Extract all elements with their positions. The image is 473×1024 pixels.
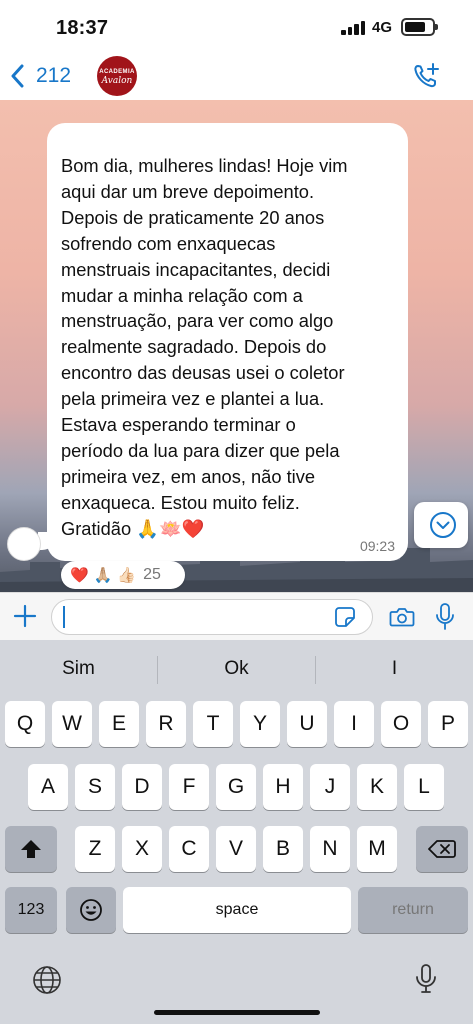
avatar-logo-line1: ACADEMIA <box>99 69 135 75</box>
suggestion-2[interactable]: Ok <box>158 640 315 698</box>
reaction-thumbs-up: 👍🏻 <box>117 567 137 584</box>
key-i[interactable]: I <box>334 701 374 747</box>
compose-bar <box>0 592 473 640</box>
signal-icon <box>341 21 367 35</box>
phone-plus-icon <box>414 63 439 88</box>
reactions-pill[interactable]: ❤️ 🙏🏼 👍🏻 25 <box>61 561 185 589</box>
shift-key[interactable] <box>5 826 57 872</box>
sticker-icon <box>335 607 355 627</box>
key-o[interactable]: O <box>381 701 421 747</box>
contact-avatar[interactable]: ACADEMIA Avalon <box>97 56 137 96</box>
chevron-down-circle-icon <box>430 512 456 538</box>
chat-area[interactable]: Bom dia, mulheres lindas! Hoje vim aqui … <box>0 100 473 592</box>
dictation-button[interactable] <box>414 963 438 1000</box>
key-k[interactable]: K <box>357 764 397 810</box>
network-type: 4G <box>372 19 393 36</box>
key-f[interactable]: F <box>169 764 209 810</box>
key-y[interactable]: Y <box>240 701 280 747</box>
key-u[interactable]: U <box>287 701 327 747</box>
key-b[interactable]: B <box>263 826 303 872</box>
message-text: Bom dia, mulheres lindas! Hoje vim aqui … <box>61 155 348 539</box>
emoji-icon <box>80 899 102 921</box>
key-t[interactable]: T <box>193 701 233 747</box>
key-w[interactable]: W <box>52 701 92 747</box>
message-input[interactable] <box>51 599 373 635</box>
plus-icon <box>13 604 37 628</box>
key-e[interactable]: E <box>99 701 139 747</box>
text-caret <box>63 606 65 628</box>
key-h[interactable]: H <box>263 764 303 810</box>
status-bar: 18:37 4G <box>0 0 473 52</box>
microphone-icon <box>436 603 454 630</box>
attach-button[interactable] <box>12 603 38 629</box>
sender-avatar[interactable] <box>7 527 41 561</box>
chat-header: 212 ACADEMIA Avalon <box>0 52 473 100</box>
sticker-button[interactable] <box>334 606 356 628</box>
reaction-heart: ❤️ <box>70 567 89 584</box>
add-call-button[interactable] <box>412 62 440 90</box>
chevron-left-icon <box>11 64 24 88</box>
status-time: 18:37 <box>56 17 109 39</box>
key-s[interactable]: S <box>75 764 115 810</box>
unread-count: 212 <box>36 64 72 87</box>
key-z[interactable]: Z <box>75 826 115 872</box>
reaction-pray: 🙏🏼 <box>93 567 113 584</box>
key-m[interactable]: M <box>357 826 397 872</box>
key-j[interactable]: J <box>310 764 350 810</box>
key-v[interactable]: V <box>216 826 256 872</box>
key-p[interactable]: P <box>428 701 468 747</box>
key-g[interactable]: G <box>216 764 256 810</box>
avatar-logo-line2: Avalon <box>101 76 133 86</box>
battery-icon <box>401 18 438 36</box>
suggestion-3[interactable]: I <box>316 640 473 698</box>
home-indicator <box>154 1010 320 1015</box>
suggestion-1[interactable]: Sim <box>0 640 157 698</box>
key-c[interactable]: C <box>169 826 209 872</box>
key-r[interactable]: R <box>146 701 186 747</box>
globe-icon <box>33 966 61 994</box>
reaction-count: 25 <box>143 566 161 583</box>
back-button[interactable]: 212 <box>10 62 71 90</box>
keyboard: Sim Ok I Q W E R T Y U I O P A S D F G H… <box>0 640 473 1024</box>
voice-message-button[interactable] <box>434 602 456 632</box>
suggestion-bar: Sim Ok I <box>0 640 473 698</box>
backspace-icon <box>428 840 456 858</box>
key-n[interactable]: N <box>310 826 350 872</box>
key-a[interactable]: A <box>28 764 68 810</box>
backspace-key[interactable] <box>416 826 468 872</box>
key-q[interactable]: Q <box>5 701 45 747</box>
space-key[interactable]: space <box>123 887 351 933</box>
key-l[interactable]: L <box>404 764 444 810</box>
key-x[interactable]: X <box>122 826 162 872</box>
emoji-key[interactable] <box>66 887 116 933</box>
globe-button[interactable] <box>32 965 62 1000</box>
return-key[interactable]: return <box>358 887 468 933</box>
message-time: 09:23 <box>359 538 395 554</box>
camera-button[interactable] <box>389 605 415 629</box>
battery-fill <box>405 22 425 32</box>
scroll-to-bottom-button[interactable] <box>414 502 468 548</box>
key-d[interactable]: D <box>122 764 162 810</box>
numbers-key[interactable]: 123 <box>5 887 57 933</box>
camera-icon <box>389 608 415 627</box>
message-bubble[interactable]: Bom dia, mulheres lindas! Hoje vim aqui … <box>47 123 408 561</box>
microphone-icon <box>416 964 436 993</box>
shift-icon <box>21 840 41 858</box>
